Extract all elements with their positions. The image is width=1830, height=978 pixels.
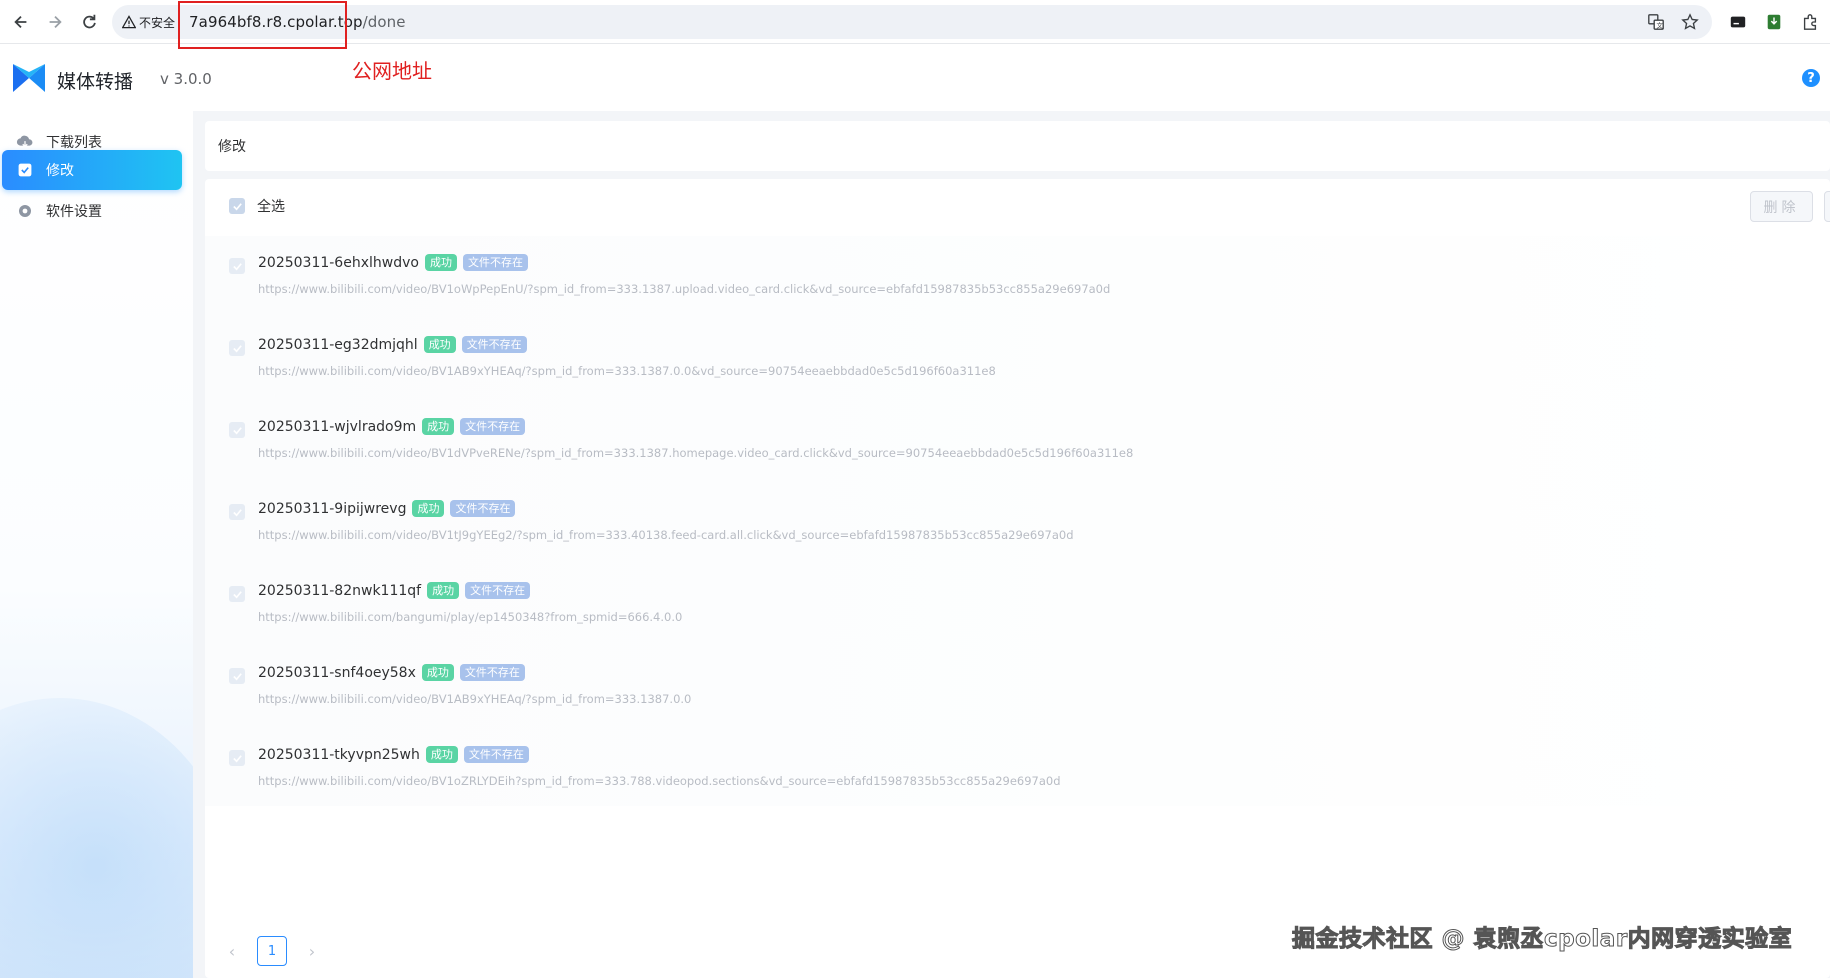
help-icon[interactable]: ? — [1802, 69, 1820, 87]
item-url: https://www.bilibili.com/video/BV1oWpPep… — [258, 282, 1111, 296]
gear-icon — [16, 202, 34, 220]
item-checkbox[interactable] — [229, 586, 245, 602]
extension-download-icon[interactable] — [1764, 12, 1784, 32]
list-item[interactable]: 20250311-9ipijwrevg 成功 文件不存在 https://www… — [229, 482, 1789, 548]
item-checkbox[interactable] — [229, 504, 245, 520]
status-badge: 成功 — [424, 254, 457, 271]
checkbox-icon — [229, 198, 245, 214]
sidebar: 下载列表 修改 软件设置 — [0, 111, 193, 978]
item-url: https://www.bilibili.com/bangumi/play/ep… — [258, 610, 683, 624]
sidebar-item-label: 下载列表 — [46, 135, 102, 151]
address-bar[interactable]: 不安全 7a964bf8.r8.cpolar.top/done 文 — [112, 5, 1712, 39]
select-all-label: 全选 — [257, 199, 285, 215]
url-host: 7a964bf8.r8.cpolar.top — [189, 13, 363, 31]
item-title: 20250311-9ipijwrevg — [258, 500, 407, 517]
item-title: 20250311-snf4oey58x — [258, 664, 416, 681]
cloud-download-icon — [16, 133, 34, 151]
list-item[interactable]: 20250311-snf4oey58x 成功 文件不存在 https://www… — [229, 646, 1789, 712]
file-status-badge: 文件不存在 — [459, 664, 525, 681]
status-badge: 成功 — [412, 500, 445, 517]
item-title: 20250311-wjvlrado9m — [258, 418, 417, 435]
item-checkbox[interactable] — [229, 668, 245, 684]
item-checkbox[interactable] — [229, 258, 245, 274]
app-name: 媒体转播 — [57, 71, 134, 93]
item-checkbox[interactable] — [229, 340, 245, 356]
annotation-label: 公网地址 — [352, 59, 432, 83]
translate-icon[interactable]: 文 — [1646, 12, 1666, 32]
next-page-button[interactable]: › — [305, 942, 319, 961]
checkbox-icon — [16, 161, 34, 179]
select-all-checkbox[interactable]: 全选 — [229, 196, 285, 216]
pagination: ‹ 1 › — [225, 936, 319, 966]
list-item[interactable]: 20250311-tkyvpn25wh 成功 文件不存在 https://www… — [229, 728, 1789, 794]
file-status-badge: 文件不存在 — [462, 254, 528, 271]
delete-button[interactable]: 删除 — [1750, 191, 1813, 222]
status-badge: 成功 — [422, 418, 455, 435]
browser-toolbar: 不安全 7a964bf8.r8.cpolar.top/done 文 — [0, 0, 1830, 49]
file-status-badge: 文件不存在 — [465, 582, 531, 599]
item-checkbox[interactable] — [229, 422, 245, 438]
svg-text:文: 文 — [1656, 20, 1663, 29]
item-url: https://www.bilibili.com/video/BV1tJ9gYE… — [258, 528, 1074, 542]
item-title: 20250311-eg32dmjqhl — [258, 336, 418, 353]
file-status-badge: 文件不存在 — [460, 418, 526, 435]
item-title: 20250311-6ehxlhwdvo — [258, 254, 419, 271]
sidebar-item-label: 修改 — [46, 163, 74, 179]
item-url: https://www.bilibili.com/video/BV1dVPveR… — [258, 446, 1134, 460]
bookmark-star-icon[interactable] — [1680, 12, 1700, 32]
url-path: /done — [362, 13, 406, 31]
extensions-puzzle-icon[interactable] — [1800, 12, 1820, 32]
security-label: 不安全 — [139, 15, 176, 30]
item-url: https://www.bilibili.com/video/BV1AB9xYH… — [258, 692, 692, 706]
list-item[interactable]: 20250311-eg32dmjqhl 成功 文件不存在 https://www… — [229, 318, 1789, 384]
app-version: v 3.0.0 — [160, 70, 212, 88]
sidebar-item-edit[interactable]: 修改 — [2, 150, 182, 190]
sidebar-item-settings[interactable]: 软件设置 — [2, 191, 182, 231]
app-logo-icon — [13, 64, 45, 92]
status-badge: 成功 — [423, 336, 456, 353]
security-chip[interactable]: 不安全 — [112, 5, 175, 39]
list-item[interactable]: 20250311-82nwk111qf 成功 文件不存在 https://www… — [229, 564, 1789, 630]
file-status-badge: 文件不存在 — [450, 500, 516, 517]
item-url: https://www.bilibili.com/video/BV1oZRLYD… — [258, 774, 1061, 788]
page-title: 修改 — [205, 121, 1830, 171]
item-title: 20250311-82nwk111qf — [258, 582, 422, 599]
file-status-badge: 文件不存在 — [461, 336, 527, 353]
item-checkbox[interactable] — [229, 750, 245, 766]
extension-terminal-icon[interactable] — [1728, 12, 1748, 32]
url-text[interactable]: 7a964bf8.r8.cpolar.top/done — [189, 13, 406, 31]
item-url: https://www.bilibili.com/video/BV1AB9xYH… — [258, 364, 996, 378]
status-badge: 成功 — [421, 664, 454, 681]
watermark: 掘金技术社区 @ 袁煦丞cpolar内网穿透实验室 — [1291, 926, 1793, 953]
app-header: 媒体转播 v 3.0.0 公网地址 ? — [0, 45, 1830, 111]
warning-icon — [122, 15, 136, 29]
prev-page-button[interactable]: ‹ — [225, 942, 239, 961]
item-title: 20250311-tkyvpn25wh — [258, 746, 420, 763]
list-item[interactable]: 20250311-wjvlrado9m 成功 文件不存在 https://www… — [229, 400, 1789, 466]
reload-icon[interactable] — [72, 5, 106, 39]
status-badge: 成功 — [427, 582, 460, 599]
page-number-button[interactable]: 1 — [257, 936, 287, 966]
forward-icon[interactable] — [38, 5, 72, 39]
file-status-badge: 文件不存在 — [463, 746, 529, 763]
list-item[interactable]: 20250311-6ehxlhwdvo 成功 文件不存在 https://www… — [229, 236, 1789, 302]
sidebar-item-label: 软件设置 — [46, 204, 102, 220]
back-icon[interactable] — [4, 5, 38, 39]
secondary-action-button[interactable] — [1824, 191, 1830, 222]
status-badge: 成功 — [425, 746, 458, 763]
